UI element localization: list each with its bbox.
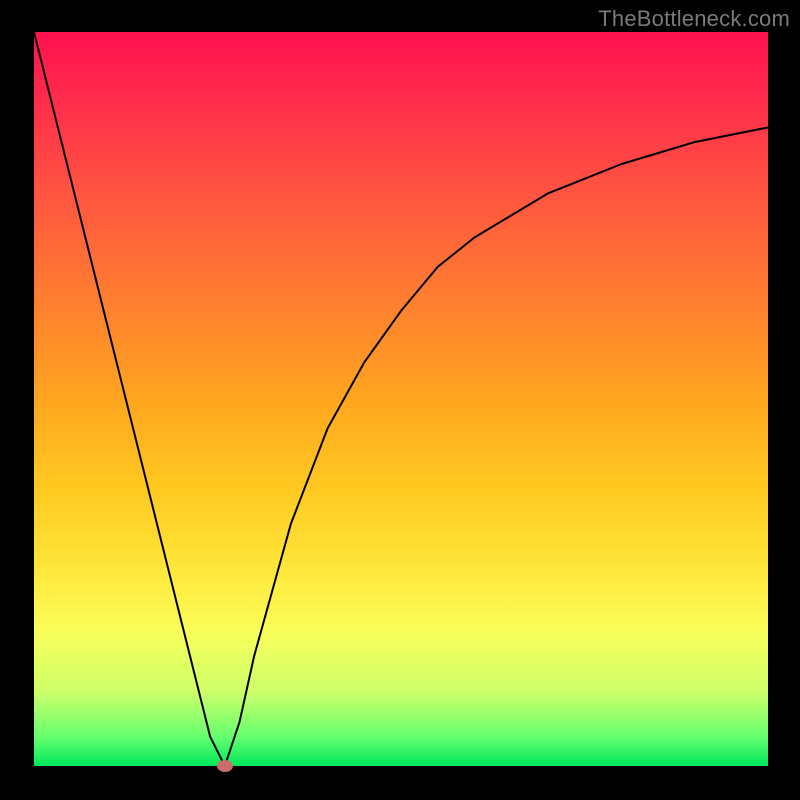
curve-svg [34, 32, 768, 766]
watermark-text: TheBottleneck.com [598, 6, 790, 32]
minimum-marker [217, 760, 233, 772]
chart-frame: TheBottleneck.com [0, 0, 800, 800]
plot-area [34, 32, 768, 766]
bottleneck-curve [34, 32, 768, 766]
